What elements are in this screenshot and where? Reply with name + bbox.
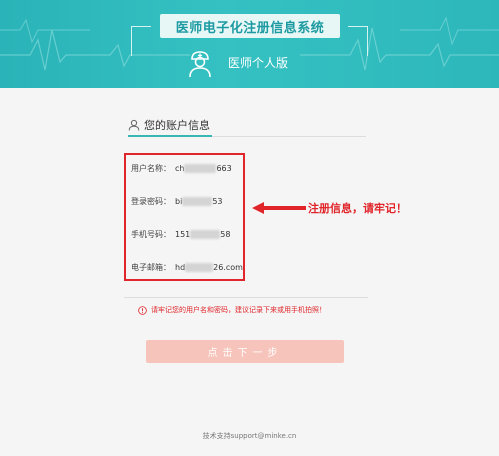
section-title: 您的账户信息 (144, 119, 210, 132)
email-row: 电子邮箱： hd 26.com (131, 262, 243, 273)
system-title: 医师电子化注册信息系统 (160, 14, 340, 38)
frame-bracket-left (131, 26, 151, 56)
field-label: 电子邮箱： (131, 263, 171, 272)
section-tab-underline (128, 135, 212, 137)
annotation-text: 注册信息，请牢记！ (308, 202, 407, 215)
user-icon (128, 119, 140, 131)
email-value: hd 26.com (175, 263, 243, 272)
content-divider (124, 297, 368, 298)
header-banner: 医师电子化注册信息系统 医师个人版 (0, 0, 499, 88)
doctor-icon (189, 51, 211, 78)
redaction-blur (184, 164, 217, 173)
account-info-box: 用户名称： ch 663 登录密码： bi 53 手机号码： 151 58 电子邮箱：… (124, 153, 245, 281)
redaction-blur (182, 197, 213, 206)
phone-row: 手机号码： 151 58 (131, 229, 230, 240)
username-row: 用户名称： ch 663 (131, 163, 232, 174)
username-value: ch 663 (175, 164, 232, 173)
warning-text: 请牢记您的用户名和密码，建议记录下来或用手机拍照！ (151, 306, 326, 314)
redaction-blur (190, 230, 221, 239)
password-value: bi 53 (175, 197, 223, 206)
frame-bracket-right (348, 26, 368, 56)
phone-value: 151 58 (175, 230, 231, 239)
redaction-blur (185, 263, 214, 272)
left-arrow-icon (252, 202, 306, 214)
edition-label: 医师个人版 (228, 56, 289, 70)
warning-message: 请牢记您的用户名和密码，建议记录下来或用手机拍照！ (138, 305, 326, 315)
alert-icon (138, 305, 147, 315)
field-label: 用户名称： (131, 164, 171, 173)
footer-support: 技术支持support@minke.cn (202, 432, 297, 440)
password-row: 登录密码： bi 53 (131, 196, 223, 207)
field-label: 手机号码： (131, 230, 171, 239)
next-step-button[interactable]: 点击下一步 (146, 340, 344, 363)
field-label: 登录密码： (131, 197, 171, 206)
section-header: 您的账户信息 (128, 117, 210, 133)
